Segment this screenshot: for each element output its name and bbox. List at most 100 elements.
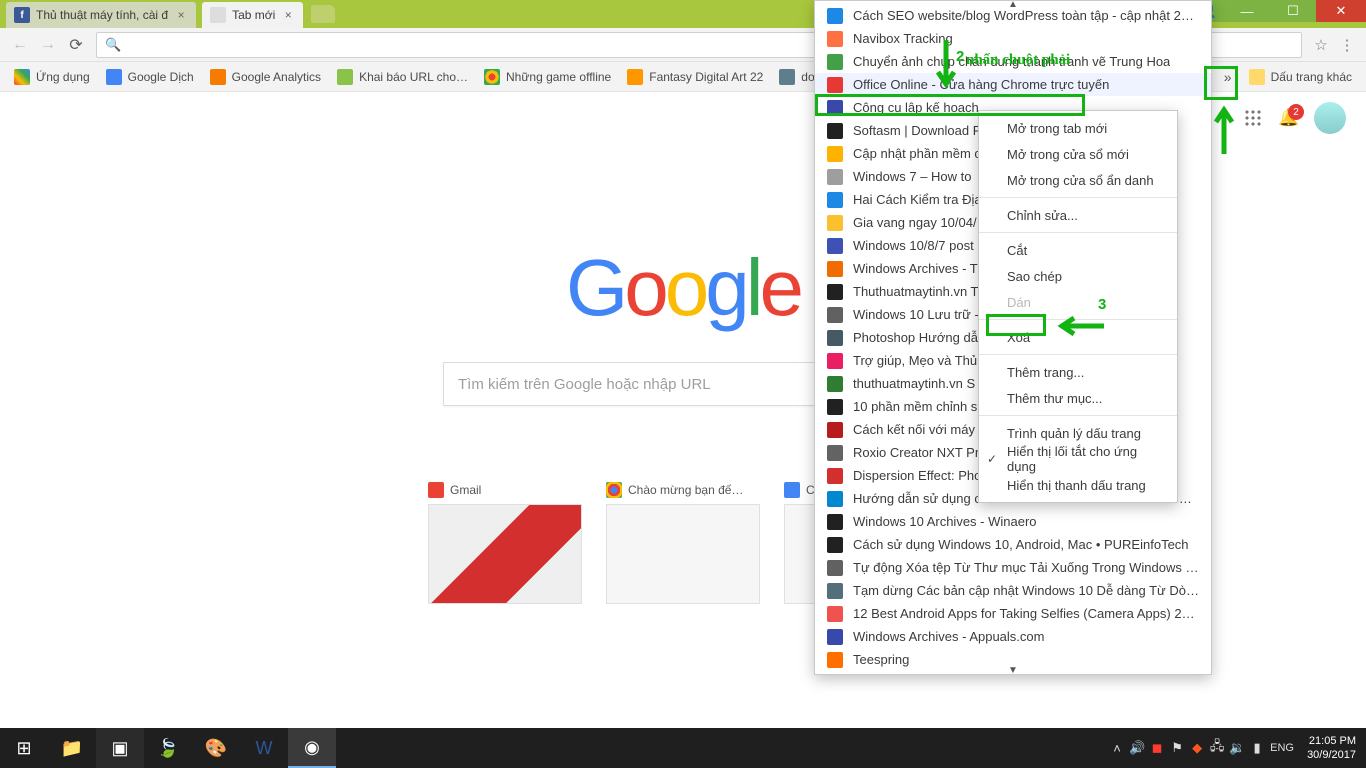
overflow-bookmark-item[interactable]: Cách sử dụng Windows 10, Android, Mac • … [815,533,1211,556]
bm-label: Những game offline [506,70,611,84]
minimize-button[interactable]: — [1224,0,1270,22]
overflow-bookmark-item[interactable]: Windows 10 Archives - Winaero [815,510,1211,533]
ctx-open-incognito[interactable]: Mở trong cửa sổ ẩn danh [979,167,1177,193]
ctx-show-apps-shortcut[interactable]: Hiển thị lối tắt cho ứng dụng [979,446,1177,472]
window-controls: 👤 — ☐ ✕ [1194,0,1366,22]
tray-chevron-icon[interactable]: ˄ [1107,728,1127,768]
overflow-bookmark-item[interactable]: Windows Archives - Appuals.com [815,625,1211,648]
bookmark-item-label: Hai Cách Kiểm tra Địa [853,192,982,207]
bookmark-favicon [827,261,843,277]
ctx-add-folder[interactable]: Thêm thư mục... [979,385,1177,411]
bookmark-item-label: Cách sử dụng Windows 10, Android, Mac • … [853,537,1189,552]
bookmark-item-label: Windows 7 – How to [853,169,972,184]
task-word[interactable]: W [240,728,288,768]
bookmark-item-label: Windows Archives - Appuals.com [853,629,1044,644]
scroll-up-icon[interactable]: ▲ [1008,0,1018,10]
task-explorer[interactable]: 📁 [48,728,96,768]
thumb-label: Chào mừng bạn đế… [628,483,743,497]
apps-grid-icon[interactable] [1244,109,1262,127]
bm-google-analytics[interactable]: Google Analytics [202,65,329,89]
bookmark-favicon [827,238,843,254]
forward-button[interactable]: → [34,31,62,59]
tray-sound-icon[interactable]: 🔉 [1227,728,1247,768]
ctx-paste: Dán [979,289,1177,315]
task-coccoc[interactable]: 🍃 [144,728,192,768]
bookmark-favicon [827,606,843,622]
reload-button[interactable]: ⟳ [62,31,90,59]
tray-battery-icon[interactable]: ▮ [1247,728,1267,768]
task-paint[interactable]: 🎨 [192,728,240,768]
bookmark-favicon [827,330,843,346]
bm-game-offline[interactable]: Những game offline [476,65,619,89]
bm-google-dich[interactable]: Google Dịch [98,65,202,89]
ctx-open-new-window[interactable]: Mở trong cửa sổ mới [979,141,1177,167]
bm-label: Khai báo URL cho… [359,70,468,84]
annotation-box-office-online [815,94,1085,116]
scroll-down-icon[interactable]: ▼ [1008,665,1018,676]
tab2-favicon [210,7,226,23]
bookmark-item-label: Windows Archives - T [853,261,978,276]
tray-lang[interactable]: ENG [1267,728,1297,768]
tray-adobe-icon[interactable]: ◼ [1147,728,1167,768]
bookmark-item-label: Trợ giúp, Mẹo và Thủ [853,353,977,368]
bookmark-favicon [827,54,843,70]
overflow-bookmark-item[interactable]: Tạm dừng Các bản cập nhật Windows 10 Dễ … [815,579,1211,602]
star-icon[interactable]: ☆ [1308,32,1334,58]
account-avatar[interactable] [1314,102,1346,134]
gmail-icon [428,482,444,498]
ctx-open-new-tab[interactable]: Mở trong tab mới [979,115,1177,141]
bookmark-item-label: Tự động Xóa tệp Từ Thư mục Tải Xuống Tro… [853,560,1199,575]
thumb-chrome-welcome[interactable]: Chào mừng bạn đế… [606,482,760,604]
bookmark-item-label: Softasm | Download F [853,123,981,138]
bm-khai-bao-url[interactable]: Khai báo URL cho… [329,65,476,89]
bookmark-item-label: Photoshop Hướng dẫ [853,330,978,345]
bookmark-item-label: Tạm dừng Các bản cập nhật Windows 10 Dễ … [853,583,1199,598]
ctx-add-page[interactable]: Thêm trang... [979,359,1177,385]
task-camtasia[interactable]: ▣ [96,728,144,768]
overflow-bookmark-item[interactable]: Office Online - Cửa hàng Chrome trực tuy… [815,73,1211,96]
tray-clock[interactable]: 21:05 PM 30/9/2017 [1297,734,1366,762]
task-chrome[interactable]: ◉ [288,728,336,768]
annotation-rightclick: nhấn chuột phải [966,52,1070,69]
ctx-edit[interactable]: Chỉnh sửa... [979,202,1177,228]
bookmark-favicon [827,77,843,93]
bookmark-favicon [827,560,843,576]
tab-1[interactable]: f Thủ thuật máy tính, cài đ × [6,2,196,28]
other-bookmarks[interactable]: Dấu trang khác [1241,69,1360,85]
thumb-preview [428,504,582,604]
close-window-button[interactable]: ✕ [1316,0,1366,22]
menu-icon[interactable]: ⋮ [1334,32,1360,58]
apps-button[interactable]: Ứng dụng [6,65,98,89]
bookmark-item-label: Thuthuatmaytinh.vn T [853,284,979,299]
bookmark-item-label: Office Online - Cửa hàng Chrome trực tuy… [853,77,1109,92]
tray-network-icon[interactable]: 🖧 [1207,728,1227,768]
overflow-bookmark-item[interactable]: 12 Best Android Apps for Taking Selfies … [815,602,1211,625]
new-tab-button[interactable] [311,5,335,23]
tray-flag-icon[interactable]: ⚑ [1167,728,1187,768]
tray-shield-icon[interactable]: ◆ [1187,728,1207,768]
tab1-close-icon[interactable]: × [174,8,188,22]
tray-volume-icon[interactable]: 🔊 [1127,728,1147,768]
notifications-icon[interactable]: 🔔2 [1278,108,1298,128]
overflow-bookmark-item[interactable]: Tự động Xóa tệp Từ Thư mục Tải Xuống Tro… [815,556,1211,579]
tray-date: 30/9/2017 [1307,748,1356,762]
ctx-bookmark-manager[interactable]: Trình quản lý dấu trang [979,420,1177,446]
annotation-box-delete [986,314,1046,336]
apps-label: Ứng dụng [36,70,90,84]
ctx-cut[interactable]: Cắt [979,237,1177,263]
ctx-show-bookmarks-bar[interactable]: Hiển thị thanh dấu trang [979,472,1177,498]
bm-fantasy-art[interactable]: Fantasy Digital Art 22 [619,65,771,89]
bookmark-favicon [827,537,843,553]
maximize-button[interactable]: ☐ [1270,0,1316,22]
bookmark-item-label: Windows 10 Archives - Winaero [853,514,1037,529]
tab-2-active[interactable]: Tab mới × [202,2,303,28]
overflow-bookmark-item[interactable]: Navibox Tracking [815,27,1211,50]
tab2-close-icon[interactable]: × [281,8,295,22]
thumb-gmail[interactable]: Gmail [428,482,582,604]
back-button[interactable]: ← [6,31,34,59]
ctx-copy[interactable]: Sao chép [979,263,1177,289]
start-button[interactable]: ⊞ [0,728,48,768]
bookmark-favicon [827,307,843,323]
windows-taskbar: ⊞ 📁 ▣ 🍃 🎨 W ◉ ˄ 🔊 ◼ ⚑ ◆ 🖧 🔉 ▮ ENG 21:05 … [0,728,1366,768]
bookmark-favicon [827,8,843,24]
